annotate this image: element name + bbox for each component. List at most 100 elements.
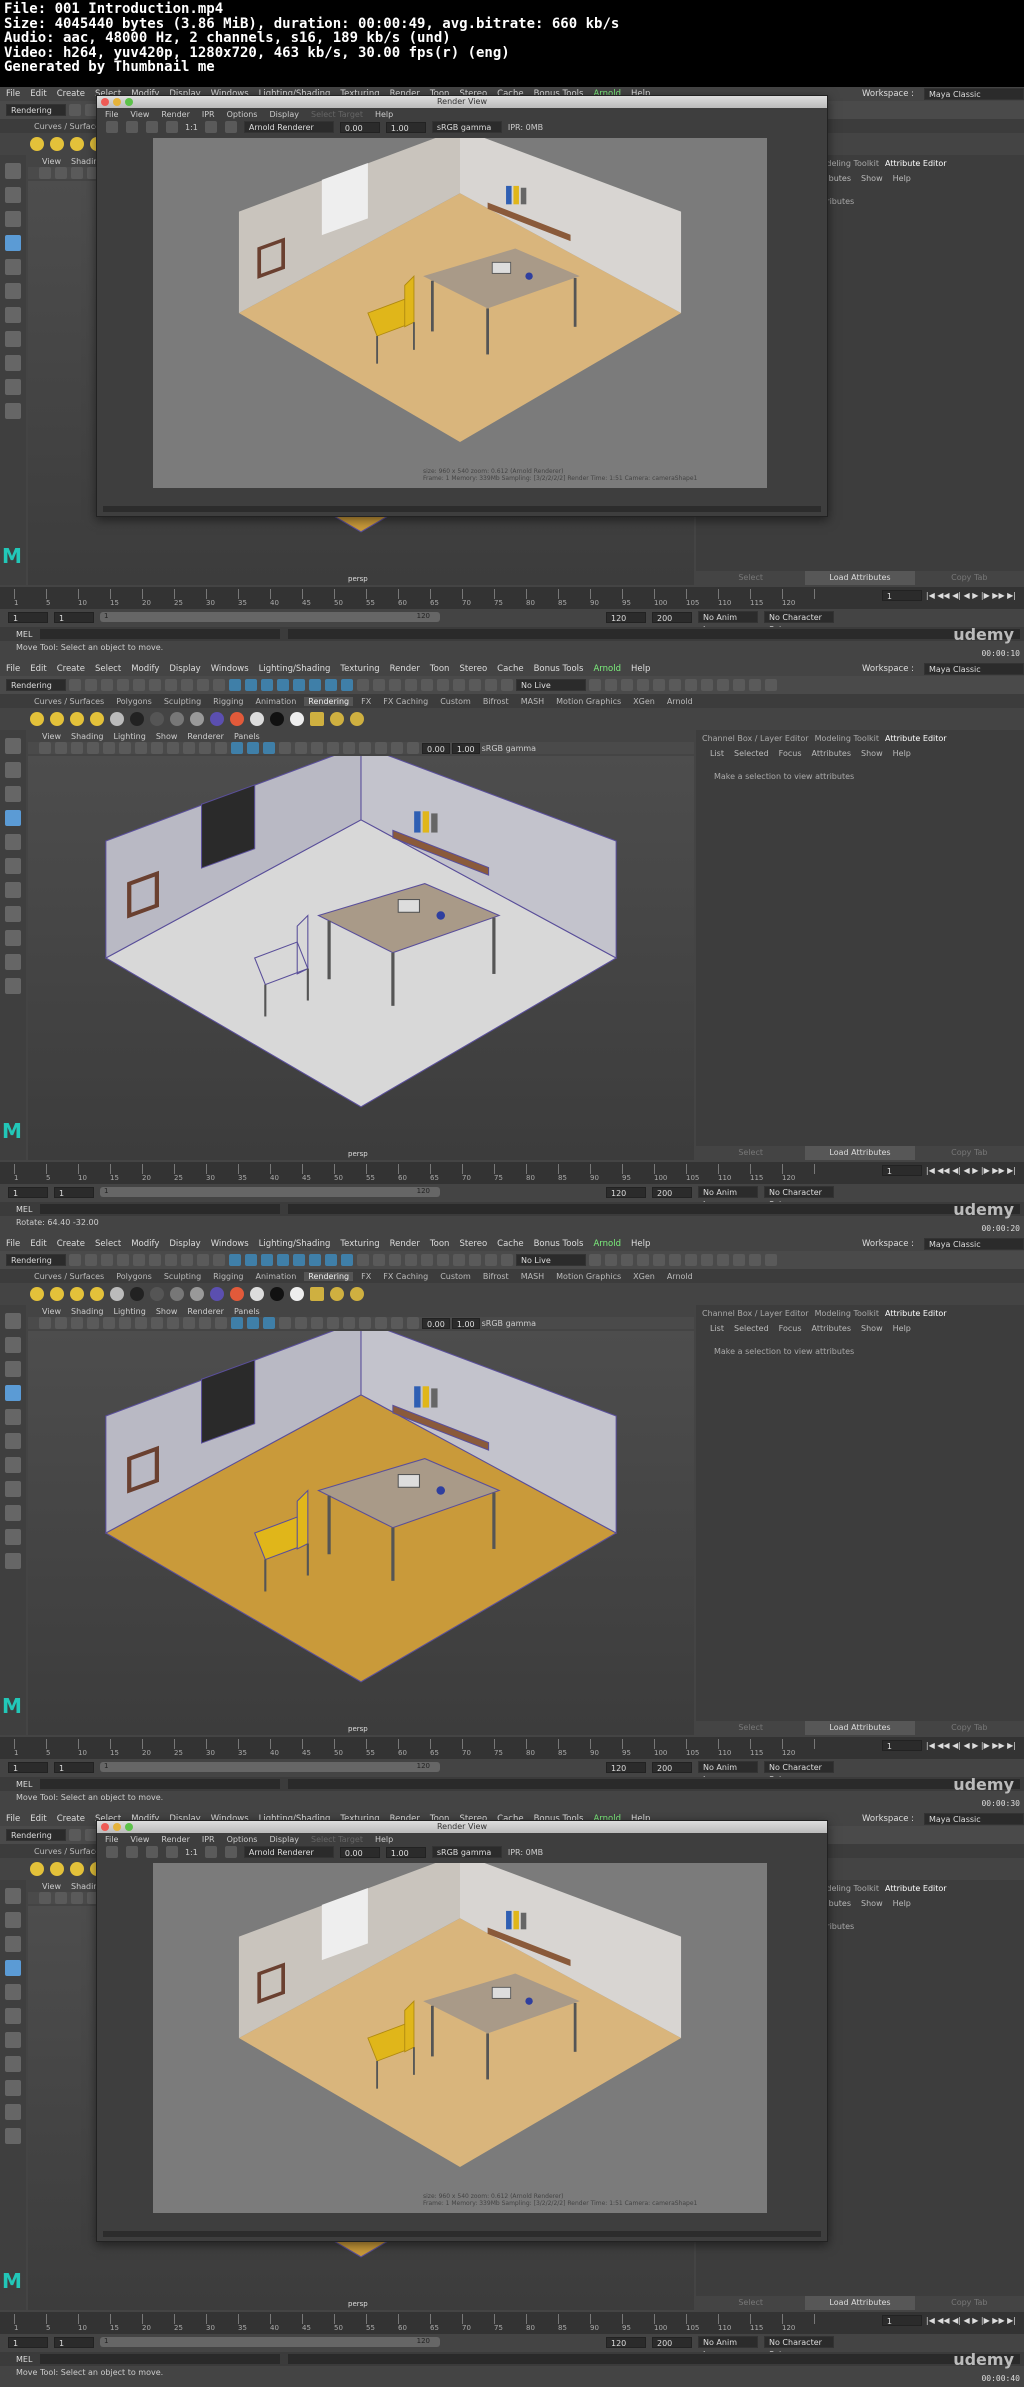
render-view-titlebar[interactable]: Render View — [97, 96, 827, 108]
time-slider[interactable]: 1 5 10 15 20 25 30 35 40 45 50 55 60 65 70 75 80 85 90 95 10… — [0, 1162, 1024, 1184]
load-attributes-button[interactable]: Load Attributes — [805, 571, 915, 585]
attr-menu-item[interactable]: Help — [893, 1324, 911, 1333]
menu-item[interactable]: File — [6, 89, 20, 99]
time-slider[interactable]: 1 5 10 15 20 25 30 35 40 45 50 55 60 65 70 75 80 85 90 95 10… — [0, 2312, 1024, 2334]
tool-icon[interactable] — [749, 679, 761, 691]
layout-icon[interactable] — [5, 1505, 21, 1521]
tool-icon[interactable] — [231, 742, 243, 754]
tool-icon[interactable] — [749, 1254, 761, 1266]
menu-item[interactable]: Select — [95, 664, 121, 674]
anim-layer-dropdown[interactable]: No Anim Layer — [698, 2336, 758, 2359]
right-panel-tab[interactable]: Attribute Editor — [885, 734, 947, 743]
minimize-icon[interactable] — [113, 98, 121, 106]
tool-icon[interactable] — [135, 1317, 147, 1329]
lasso-tool-icon[interactable] — [5, 762, 21, 778]
tool-icon[interactable] — [213, 1254, 225, 1266]
color-space-dropdown[interactable]: sRGB gamma — [431, 1846, 502, 1858]
right-panel-tab[interactable]: Modeling Toolkit — [815, 734, 879, 743]
light-icon[interactable] — [70, 1862, 84, 1876]
tool-icon[interactable] — [224, 1846, 237, 1858]
tool-icon[interactable] — [87, 742, 99, 754]
render-view-scrollbar[interactable] — [103, 506, 821, 512]
tool-icon[interactable] — [437, 1254, 449, 1266]
menu-item[interactable]: Edit — [30, 89, 46, 99]
tool-icon[interactable] — [106, 1846, 118, 1858]
lasso-tool-icon[interactable] — [5, 1337, 21, 1353]
shelf-tab[interactable]: Sculpting — [160, 697, 205, 706]
gamma-field[interactable]: 1.00 — [385, 121, 426, 133]
live-surface[interactable]: No Live Surface — [516, 679, 586, 702]
material-icon[interactable] — [130, 712, 144, 726]
tool-icon[interactable] — [295, 1317, 307, 1329]
right-panel-tab[interactable]: Attribute Editor — [885, 1884, 947, 1893]
tool-icon[interactable] — [733, 1254, 745, 1266]
tool-icon[interactable] — [375, 742, 387, 754]
tool-icon[interactable] — [343, 742, 355, 754]
current-frame-field[interactable]: 1 — [881, 1165, 922, 1176]
select-button[interactable]: Select — [696, 1146, 805, 1160]
right-panel-tab[interactable]: Channel Box / Layer Editor — [702, 1309, 809, 1318]
tool-icon[interactable] — [87, 1317, 99, 1329]
start-frame-field[interactable]: 1 — [8, 611, 48, 623]
range-slider[interactable]: 1 120 — [100, 1762, 440, 1772]
tool-icon[interactable] — [405, 1254, 417, 1266]
tool-icon[interactable] — [71, 742, 83, 754]
panel-menu-item[interactable]: Show — [156, 1307, 178, 1316]
tool-icon[interactable] — [71, 1892, 83, 1904]
render-view-menu-item[interactable]: IPR — [202, 1835, 215, 1844]
render-view-window[interactable]: Render View File View Render IPR Options Disp… — [96, 1820, 828, 2242]
render-view-menu-item[interactable]: Options — [227, 1835, 258, 1844]
end-frame-field[interactable]: 200 — [652, 2336, 692, 2348]
shelf-tab[interactable]: Custom — [436, 1272, 475, 1281]
mode-dropdown[interactable]: Rendering — [6, 104, 66, 116]
tool-icon[interactable] — [327, 742, 339, 754]
playback-controls-icon[interactable]: |◀ ◀◀ ◀| ◀ ▶ |▶ ▶▶ ▶| — [926, 2316, 1016, 2325]
current-frame-field[interactable]: 1 — [881, 590, 922, 601]
tool-icon[interactable] — [85, 679, 97, 691]
shelf-tab[interactable]: XGen — [629, 1272, 659, 1281]
tool-icon[interactable] — [373, 1254, 385, 1266]
tool-icon[interactable] — [167, 1317, 179, 1329]
light-icon[interactable] — [50, 137, 64, 151]
tool-icon[interactable] — [421, 1254, 433, 1266]
tool-icon[interactable] — [293, 679, 305, 691]
shelf-tab[interactable]: MASH — [517, 697, 548, 706]
close-icon[interactable] — [101, 1823, 109, 1831]
tool-icon[interactable] — [701, 679, 713, 691]
light-icon[interactable] — [50, 1862, 64, 1876]
tool-icon[interactable] — [103, 742, 115, 754]
material-icon[interactable] — [210, 1287, 224, 1301]
panel-menu-item[interactable]: Shading — [71, 732, 104, 741]
tool-icon[interactable] — [685, 1254, 697, 1266]
time-slider[interactable]: 1 5 10 15 20 25 30 35 40 45 50 55 60 65 70 75 80 85 90 95 10… — [0, 587, 1024, 609]
scale-tool-icon[interactable] — [5, 1433, 21, 1449]
live-surface[interactable]: No Live Surface — [516, 1254, 586, 1277]
tool-icon[interactable] — [375, 1317, 387, 1329]
tool-icon[interactable] — [277, 1254, 289, 1266]
menu-item[interactable]: Edit — [30, 664, 46, 674]
shelf-tab[interactable]: FX Caching — [379, 1272, 432, 1281]
tool-icon[interactable] — [325, 1254, 337, 1266]
material-icon[interactable] — [150, 712, 164, 726]
panel-menu-item[interactable]: Renderer — [187, 1307, 224, 1316]
outliner-icon[interactable] — [5, 403, 21, 419]
tool-icon[interactable] — [245, 1254, 257, 1266]
lasso-tool-icon[interactable] — [5, 187, 21, 203]
tool-icon[interactable] — [341, 679, 353, 691]
tool-icon[interactable] — [589, 1254, 601, 1266]
move-tool-icon[interactable] — [5, 1960, 21, 1976]
tool-icon[interactable] — [733, 679, 745, 691]
material-icon[interactable] — [250, 1287, 264, 1301]
tool-icon[interactable] — [373, 679, 385, 691]
layout-icon[interactable] — [5, 355, 21, 371]
tool-icon[interactable] — [685, 679, 697, 691]
playback-start-field[interactable]: 1 — [54, 611, 94, 623]
render-view-menu-item[interactable]: Display — [269, 110, 299, 119]
menu-item[interactable]: Bonus Tools — [534, 664, 584, 674]
renderer-dropdown[interactable]: Arnold Renderer — [243, 121, 334, 133]
layout-icon[interactable] — [5, 954, 21, 970]
shelf-tab[interactable]: FX Caching — [379, 697, 432, 706]
color-space[interactable]: sRGB gamma — [482, 1319, 536, 1328]
panel-menu-item[interactable]: View — [42, 1307, 61, 1316]
attr-menu-item[interactable]: Help — [893, 1899, 911, 1908]
